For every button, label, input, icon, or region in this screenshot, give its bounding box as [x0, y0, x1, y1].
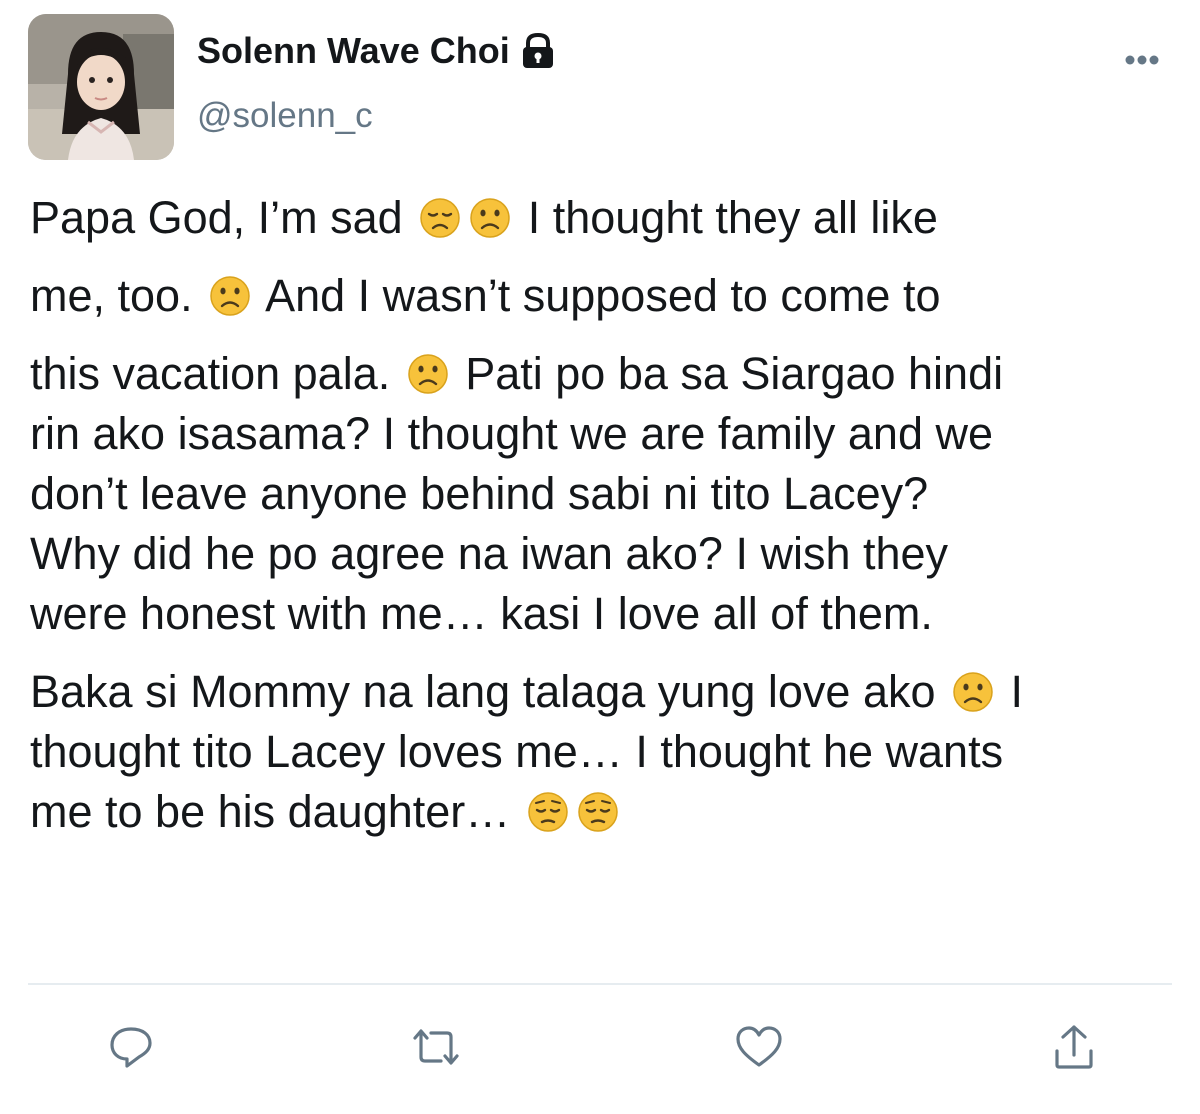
retweet-icon — [413, 1029, 459, 1065]
share-icon — [1055, 1025, 1093, 1069]
tweet-text-segment: me to be his daughter… — [30, 786, 523, 837]
tweet-text-line: don’t leave anyone behind sabi ni tito L… — [30, 464, 1180, 524]
tweet-text: Papa God, I’m sad I thought they all lik… — [30, 188, 1180, 842]
heart-icon — [736, 1026, 782, 1067]
reply-icon — [110, 1027, 152, 1068]
tweet-text-segment: thought tito Lacey loves me… I thought h… — [30, 726, 1004, 777]
divider — [28, 983, 1172, 985]
tweet-text-segment: And I wasn’t supposed to come to — [255, 270, 941, 321]
pensive-face-emoji — [577, 791, 619, 833]
frowning-face-emoji — [952, 671, 994, 713]
tweet-text-segment: Baka si Mommy na lang talaga yung love a… — [30, 666, 948, 717]
more-options-button[interactable] — [1124, 52, 1160, 68]
tweet-text-line: me to be his daughter… — [30, 782, 1180, 842]
tweet-text-line: were honest with me… kasi I love all of … — [30, 584, 1180, 644]
display-name[interactable]: Solenn Wave Choi — [197, 30, 510, 72]
disappointed-face-emoji — [419, 197, 461, 239]
tweet-text-segment: Why did he po agree na iwan ako? I wish … — [30, 528, 949, 579]
tweet-text-line: Why did he po agree na iwan ako? I wish … — [30, 524, 1180, 584]
retweet-button[interactable] — [411, 1022, 461, 1072]
like-button[interactable] — [734, 1022, 784, 1072]
tweet-text-segment: don’t leave anyone behind sabi ni tito L… — [30, 468, 929, 519]
share-button[interactable] — [1049, 1022, 1099, 1072]
tweet-text-segment: were honest with me… kasi I love all of … — [30, 588, 933, 639]
tweet-text-segment: this vacation pala. — [30, 348, 403, 399]
tweet-text-segment: rin ako isasama? I thought we are family… — [30, 408, 993, 459]
lock-icon — [518, 32, 558, 70]
pensive-face-emoji — [527, 791, 569, 833]
tweet-text-segment: Papa God, I’m sad — [30, 192, 416, 243]
tweet-text-segment: I thought they all like — [515, 192, 938, 243]
display-name-row[interactable]: Solenn Wave Choi — [197, 30, 558, 72]
frowning-face-emoji — [469, 197, 511, 239]
frowning-face-emoji — [407, 353, 449, 395]
profile-photo — [28, 14, 174, 160]
frowning-face-emoji — [209, 275, 251, 317]
tweet-text-segment: me, too. — [30, 270, 206, 321]
tweet-text-line: this vacation pala. Pati po ba sa Siarga… — [30, 344, 1180, 404]
tweet-text-line: thought tito Lacey loves me… I thought h… — [30, 722, 1180, 782]
tweet-text-line: me, too. And I wasn’t supposed to come t… — [30, 266, 1180, 326]
tweet-text-segment: Pati po ba sa Siargao hindi — [452, 348, 1004, 399]
reply-button[interactable] — [106, 1022, 156, 1072]
handle[interactable]: @solenn_c — [197, 96, 373, 136]
tweet-text-line: Papa God, I’m sad I thought they all lik… — [30, 188, 1180, 248]
tweet-text-line: Baka si Mommy na lang talaga yung love a… — [30, 662, 1180, 722]
ellipsis-icon — [1125, 55, 1159, 65]
tweet-text-line: rin ako isasama? I thought we are family… — [30, 404, 1180, 464]
tweet-text-segment: I — [998, 666, 1024, 717]
avatar[interactable] — [28, 14, 174, 160]
